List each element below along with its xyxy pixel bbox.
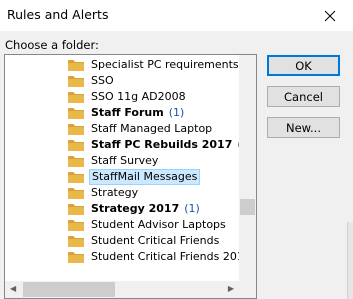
folder-icon xyxy=(68,156,84,167)
folder-name: SSO 11g AD2008 xyxy=(91,90,186,103)
folder-row[interactable]: SSO xyxy=(5,73,239,89)
unread-count: (1) xyxy=(168,106,185,119)
folder-name: Student Advisor Laptops xyxy=(91,218,226,231)
folder-icon xyxy=(68,172,84,183)
folder-label[interactable]: Staff Managed Laptop xyxy=(89,121,214,137)
choose-folder-label: Choose a folder: xyxy=(5,38,99,52)
folder-label[interactable]: Staff PC Rebuilds 2017(1) xyxy=(89,137,255,153)
horizontal-scrollbar[interactable]: ◀ ▶ xyxy=(5,281,239,298)
background-window-edge xyxy=(347,222,353,299)
folder-label[interactable]: StaffMail Messages xyxy=(89,169,201,185)
folder-icon xyxy=(68,236,84,247)
folder-row[interactable]: Student Advisor Laptops xyxy=(5,217,239,233)
scrollbar-corner xyxy=(239,281,256,298)
folder-row[interactable]: SSO 11g AD2008 xyxy=(5,89,239,105)
folder-row[interactable]: Staff PC Rebuilds 2017(1) xyxy=(5,137,253,153)
folder-name: Specialist PC requirements xyxy=(91,58,239,71)
folder-icon xyxy=(68,92,84,103)
title-bar: Rules and Alerts xyxy=(0,0,353,31)
folder-name: Staff PC Rebuilds 2017 xyxy=(91,138,233,151)
folder-name: Student Critical Friends xyxy=(91,234,220,247)
folder-label[interactable]: SSO 11g AD2008 xyxy=(89,89,188,105)
folder-row[interactable]: Student Critical Friends xyxy=(5,233,239,249)
folder-icon xyxy=(68,188,84,199)
folder-row[interactable]: Staff Forum (1) xyxy=(5,105,239,121)
folder-label[interactable]: Strategy xyxy=(89,185,140,201)
folder-name: Staff Survey xyxy=(91,154,159,167)
rules-and-alerts-dialog: Rules and Alerts Choose a folder: Specia… xyxy=(0,0,353,299)
cancel-button[interactable]: Cancel xyxy=(267,86,340,107)
ok-button[interactable]: OK xyxy=(267,55,340,76)
folder-icon xyxy=(68,140,84,151)
folder-name: Staff Managed Laptop xyxy=(91,122,213,135)
folder-label[interactable]: Student Critical Friends 2017 xyxy=(89,249,253,265)
vertical-scroll-thumb[interactable] xyxy=(240,199,255,215)
new-folder-button[interactable]: New... xyxy=(267,117,340,138)
folder-name: Student Critical Friends 2017 xyxy=(91,250,251,263)
folder-name: StaffMail Messages xyxy=(92,170,198,183)
folder-row[interactable]: Staff Survey xyxy=(5,153,239,169)
dialog-title: Rules and Alerts xyxy=(7,7,109,22)
folder-icon xyxy=(68,124,84,135)
folder-icon xyxy=(68,252,84,263)
folder-row[interactable]: Staff Managed Laptop xyxy=(5,121,239,137)
horizontal-scroll-thumb[interactable] xyxy=(23,282,115,297)
folder-label[interactable]: Strategy 2017 (1) xyxy=(89,201,202,217)
folder-name: SSO xyxy=(91,74,114,87)
folder-row[interactable]: Student Critical Friends 2017 xyxy=(5,249,251,265)
folder-row[interactable]: Specialist PC requirements xyxy=(5,57,239,73)
folder-row[interactable]: Strategy xyxy=(5,185,239,201)
folder-row[interactable]: Strategy 2017 (1) xyxy=(5,201,239,217)
folder-icon xyxy=(68,108,84,119)
folder-label[interactable]: Specialist PC requirements xyxy=(89,57,241,73)
scroll-right-icon[interactable]: ▶ xyxy=(228,285,234,293)
folder-icon xyxy=(68,220,84,231)
folder-name: Strategy 2017 xyxy=(91,202,180,215)
folder-label[interactable]: SSO xyxy=(89,73,116,89)
folder-name: Strategy xyxy=(91,186,139,199)
folder-label[interactable]: Staff Survey xyxy=(89,153,160,169)
folder-tree[interactable]: Specialist PC requirements SSO SSO 11g AD2… xyxy=(4,54,257,299)
folder-label[interactable]: Student Advisor Laptops xyxy=(89,217,228,233)
unread-count: (1) xyxy=(184,202,200,215)
folder-label[interactable]: Student Critical Friends xyxy=(89,233,221,249)
close-icon xyxy=(324,10,336,21)
folder-label[interactable]: Staff Forum (1) xyxy=(89,105,186,121)
folder-icon xyxy=(68,76,84,87)
scroll-left-icon[interactable]: ◀ xyxy=(10,285,16,293)
close-button[interactable] xyxy=(307,0,353,31)
folder-icon xyxy=(68,204,84,215)
folder-row[interactable]: StaffMail Messages xyxy=(5,169,239,185)
folder-name: Staff Forum xyxy=(91,106,164,119)
folder-icon xyxy=(68,60,84,71)
vertical-scrollbar[interactable] xyxy=(239,55,256,282)
